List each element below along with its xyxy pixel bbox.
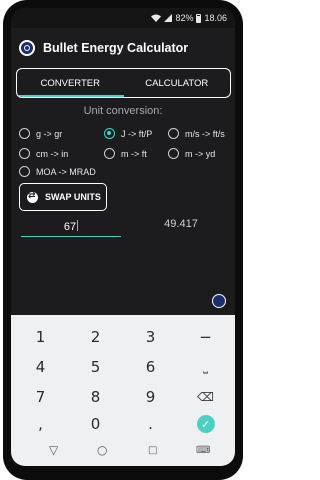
value-input[interactable]: 67: [21, 216, 121, 237]
swap-units-label: SWAP UNITS: [45, 192, 101, 202]
option-label: m/s -> ft/s: [185, 128, 225, 139]
system-nav-bar: ▽ ○ □ ⌨: [11, 437, 235, 466]
key-4[interactable]: 4: [13, 352, 68, 382]
keyboard-app-icon[interactable]: [212, 294, 226, 308]
option-ms-fts[interactable]: m/s -> ft/s: [168, 128, 225, 139]
swap-units-button[interactable]: SWAP UNITS: [19, 183, 107, 211]
key-6[interactable]: 6: [123, 352, 178, 382]
status-bar: 82% 18.06: [11, 8, 235, 28]
checkmark-icon: ✓: [196, 415, 215, 433]
app-title: Bullet Energy Calculator: [43, 41, 189, 55]
phone-frame: 82% 18.06 Bullet Energy Calculator CONVE…: [3, 0, 243, 480]
option-label: J -> ft/P: [121, 128, 153, 139]
clock: 18.06: [204, 13, 227, 23]
numeric-keyboard: 1 2 3 − 4 5 6 ⎵ 7 8 9 ⌫ , 0 . ✓: [11, 315, 235, 437]
key-5[interactable]: 5: [68, 352, 123, 382]
radio-icon: [19, 128, 30, 139]
keyboard-icon[interactable]: ⌨: [196, 445, 210, 456]
recents-icon[interactable]: □: [148, 445, 157, 456]
option-label: m -> ft: [121, 148, 147, 159]
key-2[interactable]: 2: [68, 322, 123, 352]
key-done[interactable]: ✓: [178, 409, 233, 439]
option-g-gr[interactable]: g -> gr: [19, 128, 62, 139]
key-8[interactable]: 8: [68, 382, 123, 412]
key-minus[interactable]: −: [178, 322, 233, 352]
battery-percent: 82%: [175, 13, 194, 23]
home-icon[interactable]: ○: [97, 443, 107, 457]
text-caret: [77, 220, 79, 231]
app-bar: Bullet Energy Calculator: [11, 28, 235, 68]
option-moa-mrad[interactable]: MOA -> MRAD: [19, 166, 96, 177]
screen: 82% 18.06 Bullet Energy Calculator CONVE…: [11, 8, 235, 466]
radio-icon: [19, 148, 30, 159]
option-m-ft[interactable]: m -> ft: [104, 148, 147, 159]
option-label: MOA -> MRAD: [36, 166, 96, 177]
key-9[interactable]: 9: [123, 382, 178, 412]
key-0[interactable]: 0: [68, 409, 123, 439]
tab-calculator[interactable]: CALCULATOR: [124, 69, 231, 97]
signal-icon: [164, 14, 173, 22]
swap-icon: [27, 191, 38, 203]
option-cm-in[interactable]: cm -> in: [19, 148, 68, 159]
option-j-ftp[interactable]: J -> ft/P: [104, 128, 152, 139]
option-label: g -> gr: [36, 128, 63, 139]
app-logo-icon: [19, 40, 35, 56]
option-label: cm -> in: [36, 148, 69, 159]
option-label: m -> yd: [185, 148, 216, 159]
key-3[interactable]: 3: [123, 322, 178, 352]
back-icon[interactable]: ▽: [49, 443, 58, 457]
unit-conversion-label: Unit conversion:: [83, 105, 163, 117]
key-period[interactable]: .: [123, 409, 178, 439]
radio-icon: [104, 148, 115, 159]
key-comma[interactable]: ,: [13, 409, 68, 439]
wifi-icon: [151, 14, 162, 22]
option-m-yd[interactable]: m -> yd: [168, 148, 215, 159]
key-space[interactable]: ⎵: [178, 352, 233, 382]
radio-checked-icon: [104, 128, 115, 139]
battery-icon: [196, 13, 202, 23]
key-7[interactable]: 7: [13, 382, 68, 412]
key-backspace[interactable]: ⌫: [178, 382, 233, 412]
radio-icon: [19, 166, 30, 177]
result-value: 49.417: [164, 218, 198, 230]
input-value: 67: [63, 221, 77, 233]
radio-icon: [168, 128, 179, 139]
tab-converter[interactable]: CONVERTER: [17, 69, 124, 97]
tab-bar: CONVERTER CALCULATOR: [16, 68, 231, 98]
key-1[interactable]: 1: [13, 322, 68, 352]
radio-icon: [168, 148, 179, 159]
